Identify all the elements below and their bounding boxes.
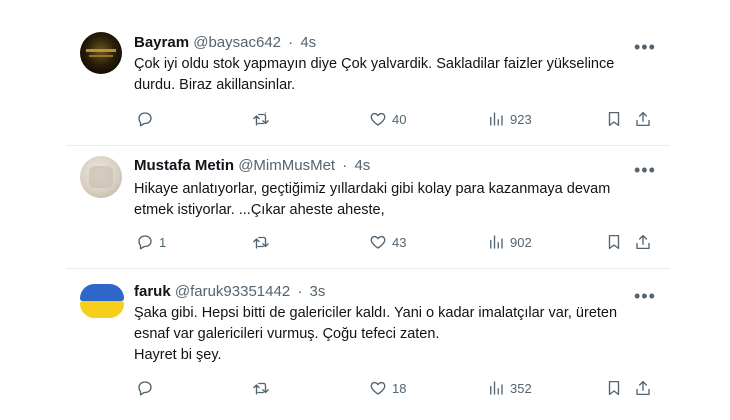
bookmark-icon bbox=[608, 234, 620, 250]
reply-icon bbox=[138, 235, 152, 250]
tweet-actions: 40 923 bbox=[0, 110, 730, 130]
tweet[interactable]: Bayram @baysac642 · 4s ••• Çok iyi oldu … bbox=[0, 0, 730, 145]
like-count: 18 bbox=[392, 380, 407, 396]
separator: · bbox=[342, 157, 348, 174]
views-count: 352 bbox=[510, 380, 532, 396]
reply-icon bbox=[138, 381, 152, 396]
share-button[interactable] bbox=[634, 233, 652, 251]
share-button[interactable] bbox=[634, 379, 652, 397]
avatar-decoration bbox=[89, 55, 113, 57]
reply-button[interactable] bbox=[136, 379, 159, 397]
views-button[interactable]: 923 bbox=[487, 110, 532, 128]
share-icon bbox=[636, 111, 650, 127]
retweet-button[interactable] bbox=[252, 110, 275, 128]
views-icon bbox=[490, 381, 503, 395]
timestamp[interactable]: 3s bbox=[310, 283, 326, 300]
share-icon bbox=[636, 234, 650, 250]
like-button[interactable]: 43 bbox=[369, 233, 406, 251]
tweet-text: Çok iyi oldu stok yapmayın diye Çok yalv… bbox=[134, 54, 674, 96]
tweet-text-line: durdu. Biraz akillansinlar. bbox=[134, 77, 296, 93]
author-name[interactable]: Bayram bbox=[134, 34, 189, 51]
heart-icon bbox=[370, 381, 386, 395]
author-name[interactable]: faruk bbox=[134, 283, 171, 300]
bookmark-icon bbox=[608, 111, 620, 127]
avatar[interactable] bbox=[80, 32, 122, 74]
flag-blue-stripe bbox=[80, 284, 124, 301]
retweet-icon bbox=[253, 382, 269, 395]
tweet[interactable]: faruk @faruk93351442 · 3s ••• Şaka gibi.… bbox=[0, 269, 730, 420]
bookmark-icon bbox=[608, 380, 620, 396]
retweet-icon bbox=[253, 112, 269, 126]
views-icon bbox=[490, 112, 503, 126]
like-button[interactable]: 18 bbox=[369, 379, 406, 397]
bookmark-button[interactable] bbox=[605, 233, 623, 251]
flag-yellow-stripe bbox=[80, 301, 124, 318]
heart-icon bbox=[370, 235, 386, 249]
more-options-icon[interactable]: ••• bbox=[634, 38, 656, 56]
tweet-text-line: Hikaye anlatıyorlar, geçtiğimiz yıllarda… bbox=[134, 181, 611, 197]
share-button[interactable] bbox=[634, 110, 652, 128]
views-button[interactable]: 352 bbox=[487, 379, 532, 397]
reply-icon bbox=[138, 112, 152, 127]
tweet-text-line: Şaka gibi. Hepsi bitti de galericiler ka… bbox=[134, 305, 618, 321]
tweet[interactable]: Mustafa Metin @MimMusMet · 4s ••• Hikaye… bbox=[0, 146, 730, 268]
retweet-icon bbox=[253, 236, 269, 249]
retweet-button[interactable] bbox=[252, 379, 275, 397]
views-count: 902 bbox=[510, 234, 532, 250]
retweet-button[interactable] bbox=[252, 233, 275, 251]
tweet-header: Bayram @baysac642 · 4s bbox=[134, 34, 316, 52]
tweet-actions: 1 43 902 bbox=[0, 233, 730, 253]
tweet-text-line: Hayret bi şey. bbox=[134, 347, 222, 363]
heart-icon bbox=[370, 112, 386, 126]
reply-count: 1 bbox=[159, 234, 167, 250]
author-name[interactable]: Mustafa Metin bbox=[134, 157, 234, 174]
more-options-icon[interactable]: ••• bbox=[634, 287, 656, 305]
tweet-header: Mustafa Metin @MimMusMet · 4s bbox=[134, 157, 370, 175]
separator: · bbox=[288, 34, 294, 51]
bookmark-button[interactable] bbox=[605, 379, 623, 397]
author-handle[interactable]: @MimMusMet bbox=[238, 157, 335, 174]
reply-button[interactable] bbox=[136, 110, 159, 128]
more-options-icon[interactable]: ••• bbox=[634, 161, 656, 179]
like-count: 43 bbox=[392, 234, 407, 250]
avatar-decoration bbox=[86, 49, 116, 52]
timestamp[interactable]: 4s bbox=[300, 34, 316, 51]
tweet-text-line: etmek istiyorlar. ...Çıkar aheste aheste… bbox=[134, 202, 385, 218]
bookmark-button[interactable] bbox=[605, 110, 623, 128]
avatar-decoration bbox=[89, 166, 113, 188]
avatar[interactable] bbox=[80, 284, 124, 318]
author-handle[interactable]: @faruk93351442 bbox=[175, 283, 290, 300]
tweet-text: Şaka gibi. Hepsi bitti de galericiler ka… bbox=[134, 303, 674, 366]
tweet-text: Hikaye anlatıyorlar, geçtiğimiz yıllarda… bbox=[134, 179, 674, 221]
avatar[interactable] bbox=[80, 156, 122, 198]
like-count: 40 bbox=[392, 111, 407, 127]
author-handle[interactable]: @baysac642 bbox=[193, 34, 281, 51]
views-count: 923 bbox=[510, 111, 532, 127]
like-button[interactable]: 40 bbox=[369, 110, 406, 128]
timestamp[interactable]: 4s bbox=[354, 157, 370, 174]
tweet-actions: 18 352 bbox=[0, 379, 730, 399]
separator: · bbox=[297, 283, 303, 300]
tweet-text-line: Çok iyi oldu stok yapmayın diye Çok yalv… bbox=[134, 56, 615, 72]
views-icon bbox=[490, 235, 503, 249]
tweet-feed: Bayram @baysac642 · 4s ••• Çok iyi oldu … bbox=[0, 0, 730, 420]
reply-button[interactable]: 1 bbox=[136, 233, 166, 251]
tweet-text-line: esnaf var galericileri vurmuş. Çoğu tefe… bbox=[134, 326, 440, 342]
share-icon bbox=[636, 380, 650, 396]
views-button[interactable]: 902 bbox=[487, 233, 532, 251]
tweet-header: faruk @faruk93351442 · 3s bbox=[134, 283, 325, 301]
